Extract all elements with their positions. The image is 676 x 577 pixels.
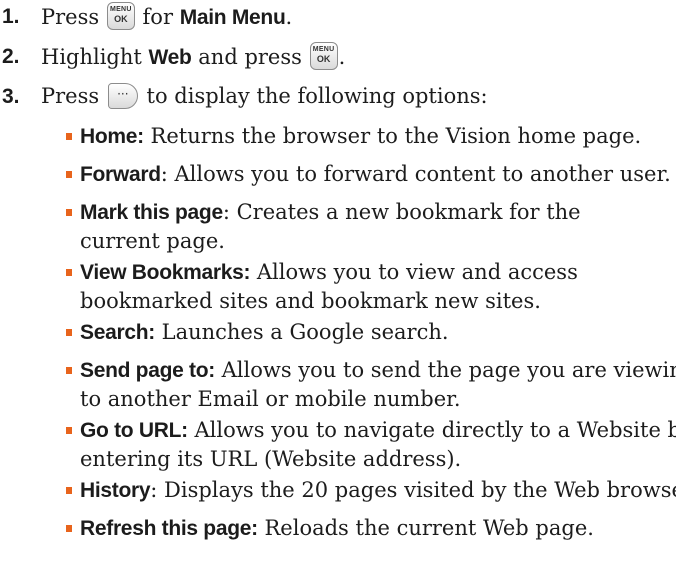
- step-text: .: [285, 5, 293, 29]
- option-desc: Reloads the current Web page.: [257, 516, 594, 540]
- option-desc: : Allows you to forward content to anoth…: [160, 162, 671, 186]
- step-text: and press: [198, 45, 302, 69]
- step-text: for: [142, 5, 173, 29]
- option-desc: : Displays the 20 pages visited by the W…: [150, 478, 676, 502]
- step-text: to display the following options:: [146, 84, 488, 108]
- bullet-icon: [66, 171, 72, 178]
- step-text: Highlight: [41, 45, 142, 69]
- bullet-icon: [66, 133, 72, 140]
- menu-ok-key-icon: MENU OK: [106, 2, 135, 30]
- option-desc: bookmarked sites and bookmark new sites.: [80, 289, 541, 313]
- step-number: 3.: [2, 85, 20, 108]
- bullet-icon: [66, 329, 72, 336]
- option-desc: Allows you to view and access: [250, 260, 578, 284]
- bullet-icon: [66, 367, 72, 374]
- option-term: Mark this page: [80, 201, 223, 224]
- step-number: 2.: [2, 45, 20, 68]
- option-desc: to another Email or mobile number.: [80, 387, 461, 411]
- bullet-icon: [66, 487, 72, 494]
- options-softkey-icon: ···: [107, 83, 138, 109]
- option-term: History: [80, 479, 151, 502]
- option-desc: entering its URL (Website address).: [80, 447, 462, 471]
- option-desc: Returns the browser to the Vision home p…: [143, 124, 642, 148]
- step-bold-term: Web: [148, 46, 192, 69]
- option-desc: : Creates a new bookmark for the: [222, 200, 581, 224]
- step-text: Press: [41, 5, 100, 29]
- option-term: Send page to:: [80, 359, 215, 382]
- option-desc: Allows you to navigate directly to a Web…: [187, 418, 676, 442]
- bullet-icon: [66, 525, 72, 532]
- option-term: Search:: [80, 321, 155, 344]
- menu-ok-key-icon: MENU OK: [309, 42, 338, 70]
- instruction-document: 1. Press MENU OK for Main Menu. 2. Highl…: [0, 0, 676, 577]
- bullet-icon: [66, 269, 72, 276]
- step-number: 1.: [2, 5, 20, 28]
- option-desc: Launches a Google search.: [154, 320, 449, 344]
- option-desc: Allows you to send the page you are view…: [214, 358, 676, 382]
- bullet-icon: [66, 209, 72, 216]
- bullet-icon: [66, 427, 72, 434]
- option-term: Home:: [80, 125, 144, 148]
- step-bold-term: Main Menu: [179, 6, 286, 29]
- option-desc: current page.: [80, 229, 225, 253]
- step-text: Press: [41, 84, 100, 108]
- option-term: Forward: [80, 163, 161, 186]
- option-term: Refresh this page:: [80, 517, 258, 540]
- option-term: View Bookmarks:: [80, 261, 251, 284]
- option-term: Go to URL:: [80, 419, 188, 442]
- step-text: .: [338, 45, 346, 69]
